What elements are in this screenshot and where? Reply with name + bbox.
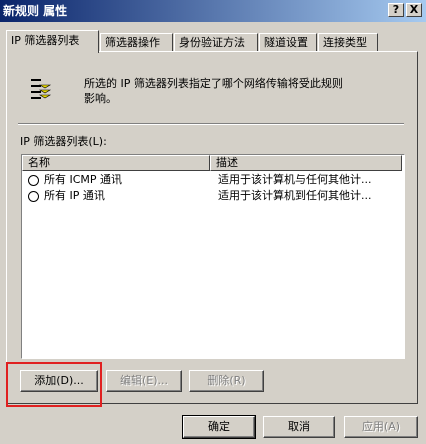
list-item[interactable]: 所有 IP 通讯 适用于该计算机到任何其他计...	[22, 188, 404, 204]
list-item-name: 所有 ICMP 通讯	[44, 173, 123, 186]
tab-ip-filter-list[interactable]: IP 筛选器列表	[6, 30, 99, 53]
apply-button[interactable]: 应用(A)	[344, 416, 418, 438]
radio-button[interactable]	[28, 175, 39, 186]
tab-connection-type[interactable]: 连接类型	[318, 33, 378, 52]
list-item[interactable]: 所有 ICMP 通讯 适用于该计算机与任何其他计...	[22, 172, 404, 188]
filter-list-label: IP 筛选器列表(L):	[20, 135, 107, 148]
list-item-name: 所有 IP 通讯	[44, 189, 105, 202]
list-item-description: 适用于该计算机到任何其他计...	[218, 189, 372, 202]
filter-list-view[interactable]: 名称 描述 所有 ICMP 通讯 适用于该计算机与任何其他计... 所有 IP …	[21, 154, 405, 359]
tab-filter-action[interactable]: 筛选器操作	[100, 33, 173, 52]
radio-button[interactable]	[28, 191, 39, 202]
description-text: 所选的 IP 筛选器列表指定了哪个网络传输将受此规则 影响。	[84, 76, 384, 106]
window-title: 新规则 属性	[3, 4, 68, 18]
remove-button[interactable]: 删除(R)	[189, 370, 264, 392]
highlight-box	[6, 362, 102, 407]
ok-button[interactable]: 确定	[182, 415, 256, 439]
close-button[interactable]: X	[406, 3, 422, 17]
column-header-name[interactable]: 名称	[22, 155, 210, 171]
cancel-button[interactable]: 取消	[263, 416, 335, 438]
tab-auth-methods[interactable]: 身份验证方法	[174, 33, 258, 52]
separator	[18, 123, 404, 125]
description-line-2: 影响。	[84, 92, 117, 105]
edit-button[interactable]: 编辑(E)...	[106, 370, 182, 392]
list-header: 名称 描述	[22, 155, 404, 171]
title-bar: 新规则 属性 ? X	[0, 0, 426, 22]
column-header-description[interactable]: 描述	[210, 155, 402, 171]
tab-tunnel-settings[interactable]: 隧道设置	[259, 33, 317, 52]
description-line-1: 所选的 IP 筛选器列表指定了哪个网络传输将受此规则	[84, 77, 343, 90]
list-item-description: 适用于该计算机与任何其他计...	[218, 173, 372, 186]
filter-list-icon	[31, 79, 52, 99]
help-button[interactable]: ?	[388, 3, 404, 17]
